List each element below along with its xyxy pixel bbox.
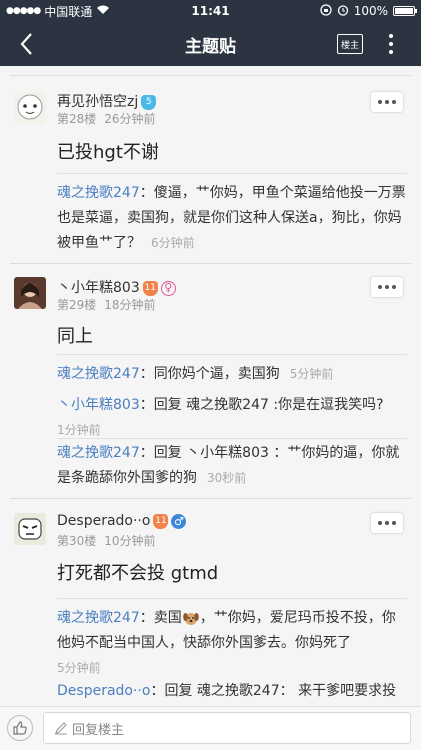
- battery-icon: [393, 6, 417, 16]
- post-more-button[interactable]: [371, 277, 403, 297]
- pencil-icon: [55, 722, 67, 735]
- post-time: 18分钟前: [104, 298, 156, 312]
- rotation-lock-icon: [320, 3, 332, 19]
- comment-author[interactable]: 魂之挽歌247: [57, 445, 140, 461]
- comment-author[interactable]: Desperado··o: [57, 683, 150, 699]
- like-button[interactable]: [7, 715, 33, 741]
- avatar[interactable]: [14, 277, 46, 309]
- battery-percent: 100%: [353, 4, 388, 18]
- username-text: 丶小年糕803: [57, 280, 140, 296]
- comment-text: ：回复 魂之挽歌247 :你是在逗我笑吗?: [139, 397, 384, 413]
- comment[interactable]: 魂之挽歌247：傻逼，艹你妈，甲鱼个菜逼给他投一万票 也是菜逼，卖国狗，就是你们…: [57, 181, 407, 256]
- comment[interactable]: 魂之挽歌247：卖国 ，艹你妈，爱尼玛币投不投，你 他妈不配当中国人，快舔你外国爹…: [57, 606, 407, 681]
- floor-number: 第28楼: [57, 112, 97, 126]
- divider: [10, 75, 411, 76]
- dog-emoji-icon: [182, 610, 200, 626]
- comment-text: 他妈不配当中国人，快舔你外国爹去。你妈死了: [57, 635, 351, 651]
- more-menu-button[interactable]: [384, 32, 398, 56]
- divider: [57, 438, 407, 439]
- nav-bar: 主题贴 楼主: [0, 22, 421, 66]
- signal-icon: ●●●●●: [6, 6, 41, 16]
- comment-time: 1分钟前: [57, 423, 101, 437]
- divider: [57, 173, 407, 174]
- comment[interactable]: 魂之挽歌247：同你妈个逼，卖国狗 5分钟前: [57, 362, 407, 387]
- comment-text: ：同你妈个逼，卖国狗: [139, 366, 280, 382]
- comment-author[interactable]: 丶小年糕803: [57, 397, 140, 413]
- female-icon: ♀: [160, 280, 176, 296]
- status-bar: ●●●●● 中国联通 11:41 100%: [0, 0, 421, 22]
- post-more-button[interactable]: [371, 513, 403, 533]
- comment-time: 5分钟前: [57, 661, 101, 675]
- username-text: 再见孙悟空zj: [57, 94, 139, 110]
- floor-owner-button[interactable]: 楼主: [337, 34, 363, 54]
- post-meta: 第30楼 10分钟前: [57, 532, 156, 549]
- username[interactable]: 丶小年糕803 11 ♀: [57, 277, 176, 297]
- floor-number: 第30楼: [57, 534, 97, 548]
- comment-time: 30秒前: [207, 471, 247, 485]
- divider: [10, 263, 411, 264]
- comment[interactable]: 丶小年糕803：回复 魂之挽歌247 :你是在逗我笑吗? 1分钟前: [57, 393, 407, 443]
- post-content: 同上: [57, 326, 93, 347]
- wifi-icon: [96, 4, 110, 18]
- comment-text: 被甲鱼艹了？: [57, 235, 141, 251]
- post-time: 26分钟前: [104, 112, 156, 126]
- comment-author[interactable]: 魂之挽歌247: [57, 610, 140, 626]
- divider: [57, 598, 407, 599]
- username[interactable]: Desperado··o 11 ♂: [57, 513, 187, 529]
- post-time: 10分钟前: [104, 534, 156, 548]
- comment-text: 也是菜逼，卖国狗，就是你们这种人保送a，狗比，你妈: [57, 210, 402, 226]
- comment[interactable]: Desperado··o：回复 魂之挽歌247： 来干爹吧要求投票: [57, 679, 407, 706]
- comment-text: 是条跪舔你外国爹的狗: [57, 470, 197, 486]
- floor-number: 第29楼: [57, 298, 97, 312]
- comment-time: 5分钟前: [289, 367, 334, 381]
- post-meta: 第29楼 18分钟前: [57, 296, 156, 313]
- comment-author[interactable]: 魂之挽歌247: [57, 366, 140, 382]
- username-text: Desperado··o: [57, 513, 151, 529]
- post-meta: 第28楼 26分钟前: [57, 110, 156, 127]
- comment-text: ：傻逼，艹你妈，甲鱼个菜逼给他投一万票: [139, 185, 406, 201]
- comment-time: 6分钟前: [151, 236, 195, 250]
- thumbs-up-icon: [13, 721, 27, 735]
- level-badge: 11: [142, 280, 158, 296]
- divider: [10, 498, 411, 499]
- level-badge: 11: [153, 513, 169, 529]
- avatar[interactable]: [14, 513, 46, 545]
- comment-author[interactable]: 魂之挽歌247: [57, 185, 140, 201]
- carrier-label: 中国联通: [44, 4, 93, 19]
- comment-text: ：卖国: [139, 610, 182, 626]
- male-icon: ♂: [171, 513, 187, 529]
- post-more-button[interactable]: [371, 92, 403, 112]
- comment-text: ，艹你妈，爱尼玛币投不投，你: [199, 610, 396, 626]
- post-content: 已投hgt不谢: [57, 142, 159, 163]
- comment[interactable]: 魂之挽歌247：回复 丶小年糕803 ：艹你妈的逼，你就 是条跪舔你外国爹的狗 3…: [57, 441, 407, 491]
- bottom-bar: 回复楼主: [0, 706, 421, 750]
- post-list: 再见孙悟空zj 5 第28楼 26分钟前 已投hgt不谢 魂之挽歌247：傻逼，艹你…: [0, 66, 421, 706]
- avatar[interactable]: [14, 92, 46, 124]
- reply-placeholder: 回复楼主: [72, 722, 125, 738]
- username[interactable]: 再见孙悟空zj 5: [57, 91, 157, 111]
- comment-text: ：回复 丶小年糕803 ：艹你妈的逼，你就: [139, 445, 400, 461]
- post-content: 打死都不会投 gtmd: [57, 563, 219, 584]
- divider: [57, 354, 407, 355]
- alarm-icon: [337, 4, 349, 19]
- reply-input[interactable]: 回复楼主: [43, 712, 411, 744]
- level-badge: 5: [141, 94, 157, 110]
